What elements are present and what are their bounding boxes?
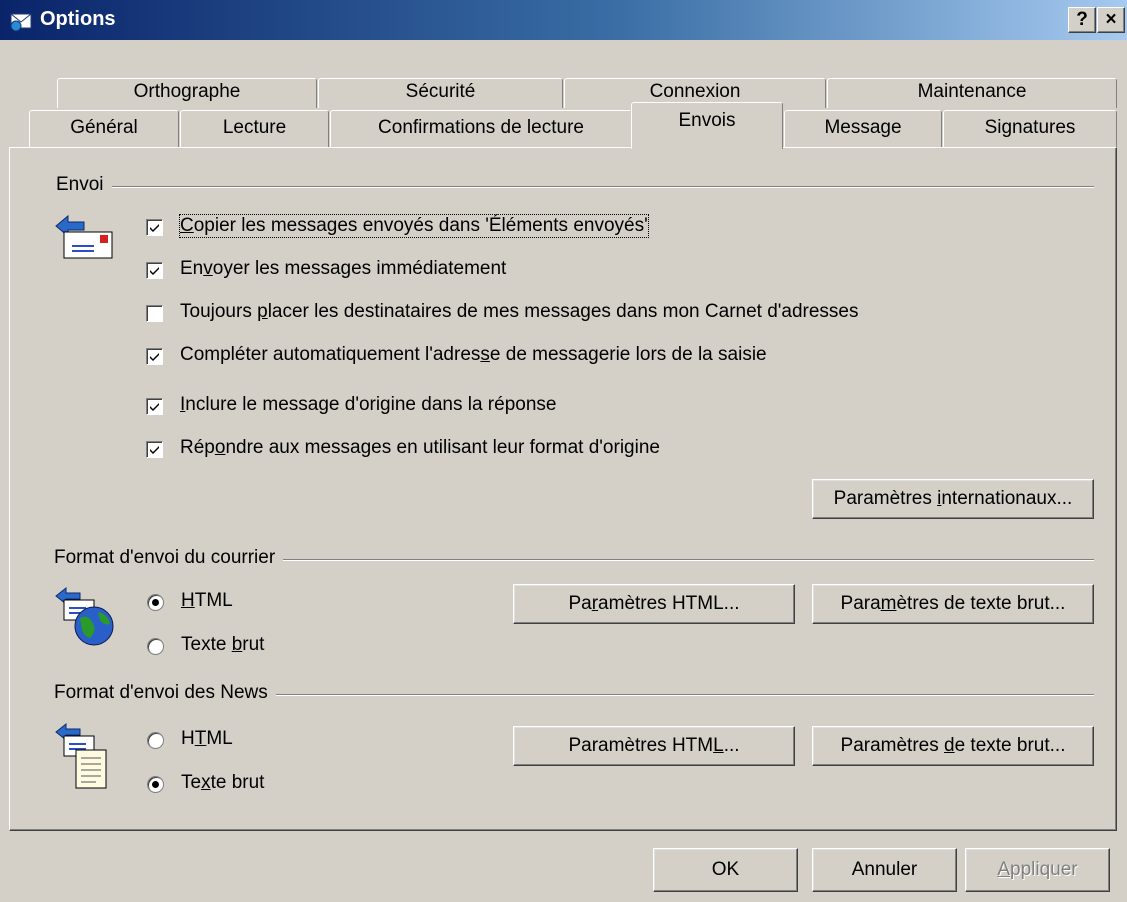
send-immediately-label: Envoyer les messages immédiatement: [180, 258, 507, 279]
reply-original-format-label: Répondre aux messages en utilisant leur …: [180, 437, 660, 458]
news-html-label: HTML: [181, 728, 233, 749]
ok-button[interactable]: OK: [653, 848, 798, 892]
mail-format-group-label: Format d'envoi du courrier: [54, 547, 284, 569]
news-document-icon: [55, 722, 107, 789]
include-original-checkbox[interactable]: [146, 398, 163, 415]
mail-text-settings-button[interactable]: Paramètres de texte brut...: [812, 584, 1094, 624]
envoi-separator: [60, 186, 1094, 188]
envoi-group-label: Envoi: [56, 174, 112, 196]
include-original-label: Inclure le message d'origine dans la rép…: [180, 394, 557, 415]
mail-text-radio[interactable]: [147, 638, 164, 655]
news-text-label: Texte brut: [181, 772, 265, 793]
send-immediately-checkbox[interactable]: [146, 262, 163, 279]
news-text-radio[interactable]: [147, 776, 164, 793]
send-mail-icon: [55, 214, 113, 259]
international-settings-button[interactable]: Paramètres internationaux...: [812, 479, 1094, 519]
mail-html-label: HTML: [181, 590, 233, 611]
mail-html-radio[interactable]: [147, 594, 164, 611]
news-html-settings-button[interactable]: Paramètres HTML...: [513, 726, 795, 766]
cancel-button[interactable]: Annuler: [812, 848, 957, 892]
news-format-group-label: Format d'envoi des News: [54, 682, 276, 704]
add-recipients-checkbox[interactable]: [146, 305, 163, 322]
copy-sent-label: Copier les messages envoyés dans 'Élémen…: [179, 214, 649, 238]
news-html-radio[interactable]: [147, 732, 164, 749]
news-text-settings-button[interactable]: Paramètres de texte brut...: [812, 726, 1094, 766]
autocomplete-label: Compléter automatiquement l'adresse de m…: [180, 344, 767, 365]
autocomplete-checkbox[interactable]: [146, 348, 163, 365]
reply-original-format-checkbox[interactable]: [146, 441, 163, 458]
mail-text-label: Texte brut: [181, 634, 265, 655]
add-recipients-label: Toujours placer les destinataires de mes…: [180, 301, 859, 322]
copy-sent-checkbox[interactable]: [146, 219, 163, 236]
mail-html-settings-button[interactable]: Paramètres HTML...: [513, 584, 795, 624]
mail-globe-icon: [55, 586, 114, 646]
apply-button[interactable]: Appliquer: [965, 848, 1110, 892]
